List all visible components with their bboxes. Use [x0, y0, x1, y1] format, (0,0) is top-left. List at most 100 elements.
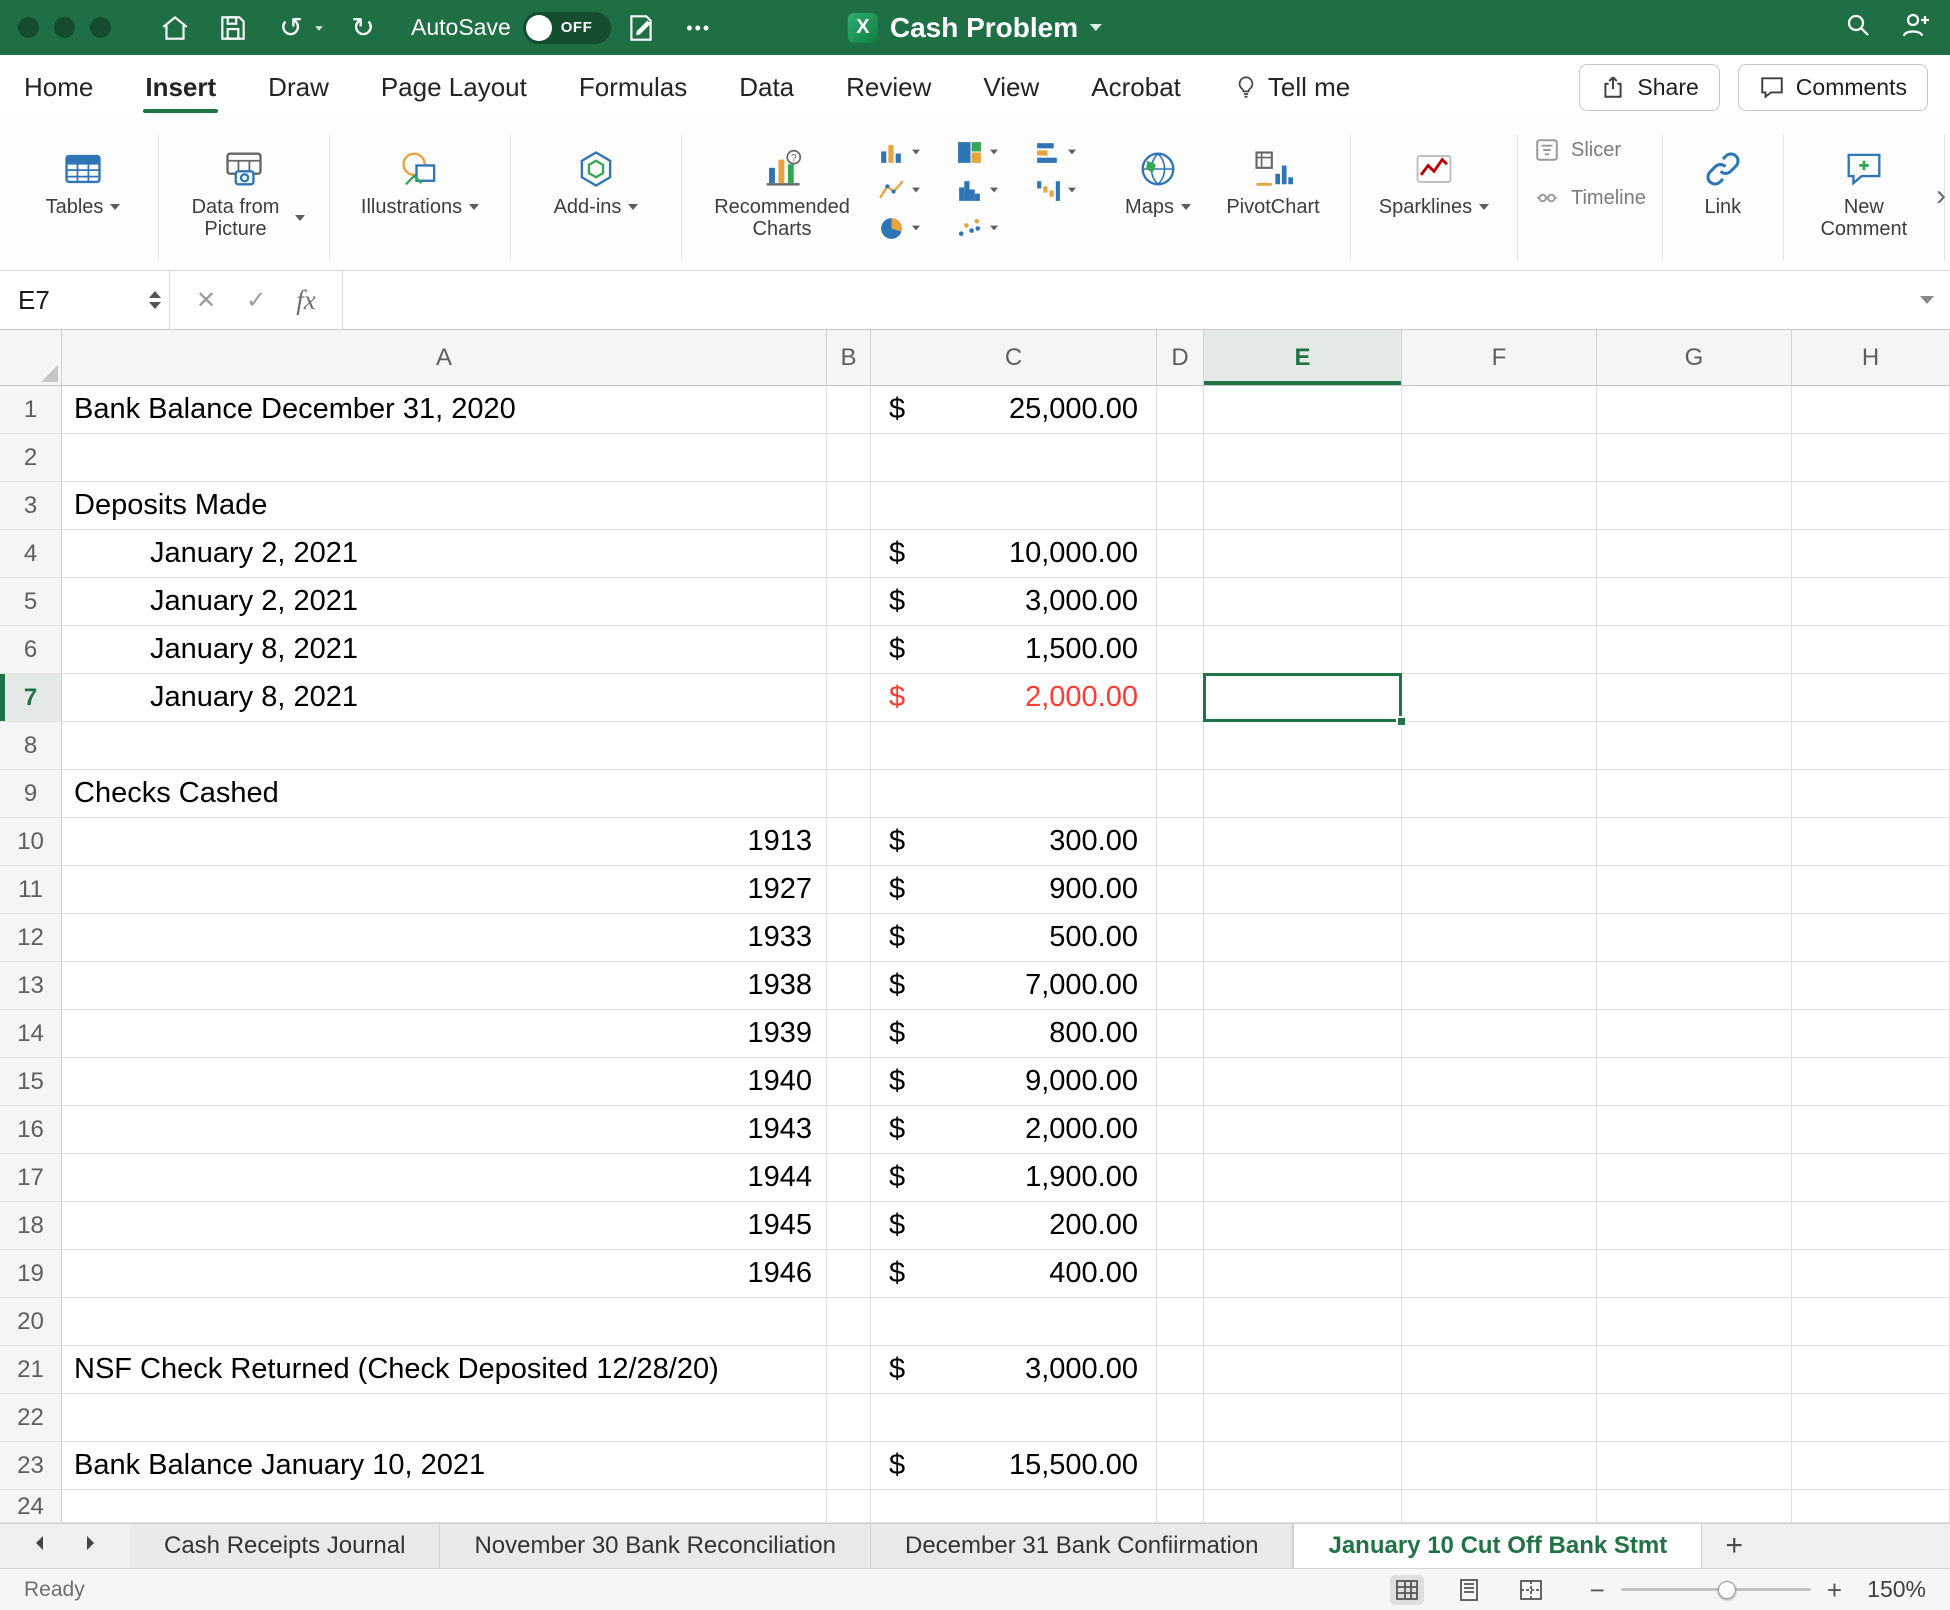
insert-column-chart-button[interactable] — [874, 133, 952, 171]
cell-D12[interactable] — [1157, 914, 1204, 962]
cell-C20[interactable] — [871, 1298, 1157, 1346]
cell-G12[interactable] — [1597, 914, 1792, 962]
cell-D4[interactable] — [1157, 530, 1204, 578]
cell-A14[interactable]: 1939 — [62, 1010, 827, 1058]
data-from-picture-button[interactable]: Data from Picture — [169, 129, 319, 243]
insert-bar-chart-button[interactable] — [1030, 133, 1108, 171]
sheet-tab-november-30-bank-reconciliation[interactable]: November 30 Bank Reconciliation — [440, 1524, 871, 1568]
cell-A8[interactable] — [62, 722, 827, 770]
cell-H10[interactable] — [1792, 818, 1950, 866]
ribbon-tab-view[interactable]: View — [981, 58, 1041, 117]
cell-D19[interactable] — [1157, 1250, 1204, 1298]
cell-D2[interactable] — [1157, 434, 1204, 482]
cell-E18[interactable] — [1204, 1202, 1402, 1250]
cell-E20[interactable] — [1204, 1298, 1402, 1346]
cell-C6[interactable]: $1,500.00 — [871, 626, 1157, 674]
cell-D17[interactable] — [1157, 1154, 1204, 1202]
cell-A1[interactable]: Bank Balance December 31, 2020 — [62, 386, 827, 434]
undo-dropdown-icon[interactable] — [313, 19, 325, 37]
row-header-13[interactable]: 13 — [0, 962, 62, 1010]
cell-E3[interactable] — [1204, 482, 1402, 530]
cell-A17[interactable]: 1944 — [62, 1154, 827, 1202]
formula-bar-expand-icon[interactable] — [1920, 296, 1934, 304]
ribbon-overflow-icon[interactable]: › — [1936, 179, 1946, 213]
cell-D22[interactable] — [1157, 1394, 1204, 1442]
zoom-out-icon[interactable]: − — [1590, 1577, 1605, 1603]
cell-C14[interactable]: $800.00 — [871, 1010, 1157, 1058]
cell-E2[interactable] — [1204, 434, 1402, 482]
column-header-E[interactable]: E — [1204, 330, 1402, 386]
cell-A2[interactable] — [62, 434, 827, 482]
cell-G2[interactable] — [1597, 434, 1792, 482]
save-as-icon[interactable] — [625, 12, 657, 44]
cell-D16[interactable] — [1157, 1106, 1204, 1154]
cell-B9[interactable] — [827, 770, 871, 818]
cell-G24[interactable] — [1597, 1490, 1792, 1523]
insert-hierarchy-chart-button[interactable] — [952, 133, 1030, 171]
cell-D10[interactable] — [1157, 818, 1204, 866]
cell-B22[interactable] — [827, 1394, 871, 1442]
cell-F3[interactable] — [1402, 482, 1597, 530]
cell-C18[interactable]: $200.00 — [871, 1202, 1157, 1250]
row-header-9[interactable]: 9 — [0, 770, 62, 818]
insert-line-chart-button[interactable] — [874, 171, 952, 209]
cell-A12[interactable]: 1933 — [62, 914, 827, 962]
slicer-button[interactable]: Slicer — [1534, 137, 1646, 163]
cell-A23[interactable]: Bank Balance January 10, 2021 — [62, 1442, 827, 1490]
cell-B24[interactable] — [827, 1490, 871, 1523]
cell-F8[interactable] — [1402, 722, 1597, 770]
insert-statistic-chart-button[interactable] — [952, 171, 1030, 209]
cell-B5[interactable] — [827, 578, 871, 626]
cell-B4[interactable] — [827, 530, 871, 578]
cell-B3[interactable] — [827, 482, 871, 530]
row-header-1[interactable]: 1 — [0, 386, 62, 434]
column-header-H[interactable]: H — [1792, 330, 1950, 386]
cell-A3[interactable]: Deposits Made — [62, 482, 827, 530]
cell-H1[interactable] — [1792, 386, 1950, 434]
cell-E4[interactable] — [1204, 530, 1402, 578]
column-header-A[interactable]: A — [62, 330, 827, 386]
row-header-19[interactable]: 19 — [0, 1250, 62, 1298]
share-button[interactable]: Share — [1579, 64, 1719, 111]
cell-C4[interactable]: $10,000.00 — [871, 530, 1157, 578]
cell-G22[interactable] — [1597, 1394, 1792, 1442]
cell-B6[interactable] — [827, 626, 871, 674]
cell-F24[interactable] — [1402, 1490, 1597, 1523]
cell-F23[interactable] — [1402, 1442, 1597, 1490]
cell-C16[interactable]: $2,000.00 — [871, 1106, 1157, 1154]
cell-C15[interactable]: $9,000.00 — [871, 1058, 1157, 1106]
row-header-10[interactable]: 10 — [0, 818, 62, 866]
timeline-button[interactable]: Timeline — [1534, 185, 1646, 211]
cell-H13[interactable] — [1792, 962, 1950, 1010]
cell-D13[interactable] — [1157, 962, 1204, 1010]
cell-B17[interactable] — [827, 1154, 871, 1202]
cell-F9[interactable] — [1402, 770, 1597, 818]
row-header-20[interactable]: 20 — [0, 1298, 62, 1346]
cell-E23[interactable] — [1204, 1442, 1402, 1490]
cell-D11[interactable] — [1157, 866, 1204, 914]
cell-D5[interactable] — [1157, 578, 1204, 626]
row-header-24[interactable]: 24 — [0, 1490, 62, 1523]
row-header-6[interactable]: 6 — [0, 626, 62, 674]
row-header-8[interactable]: 8 — [0, 722, 62, 770]
cell-F17[interactable] — [1402, 1154, 1597, 1202]
cell-C19[interactable]: $400.00 — [871, 1250, 1157, 1298]
cell-B1[interactable] — [827, 386, 871, 434]
column-header-F[interactable]: F — [1402, 330, 1597, 386]
zoom-button[interactable] — [90, 17, 111, 38]
zoom-slider-thumb[interactable] — [1718, 1581, 1736, 1599]
cell-F1[interactable] — [1402, 386, 1597, 434]
ribbon-tab-draw[interactable]: Draw — [266, 58, 331, 117]
cell-G14[interactable] — [1597, 1010, 1792, 1058]
cell-G3[interactable] — [1597, 482, 1792, 530]
cell-A15[interactable]: 1940 — [62, 1058, 827, 1106]
ribbon-tab-insert[interactable]: Insert — [143, 58, 218, 117]
cell-D18[interactable] — [1157, 1202, 1204, 1250]
recommended-charts-button[interactable]: ? Recommended Charts — [692, 129, 872, 243]
add-ins-button[interactable]: Add-ins — [521, 129, 671, 220]
sheet-tab-january-10-cut-off-bank-stmt[interactable]: January 10 Cut Off Bank Stmt — [1293, 1524, 1702, 1568]
cell-A4[interactable]: January 2, 2021 — [62, 530, 827, 578]
cell-C8[interactable] — [871, 722, 1157, 770]
cell-C13[interactable]: $7,000.00 — [871, 962, 1157, 1010]
cell-B18[interactable] — [827, 1202, 871, 1250]
